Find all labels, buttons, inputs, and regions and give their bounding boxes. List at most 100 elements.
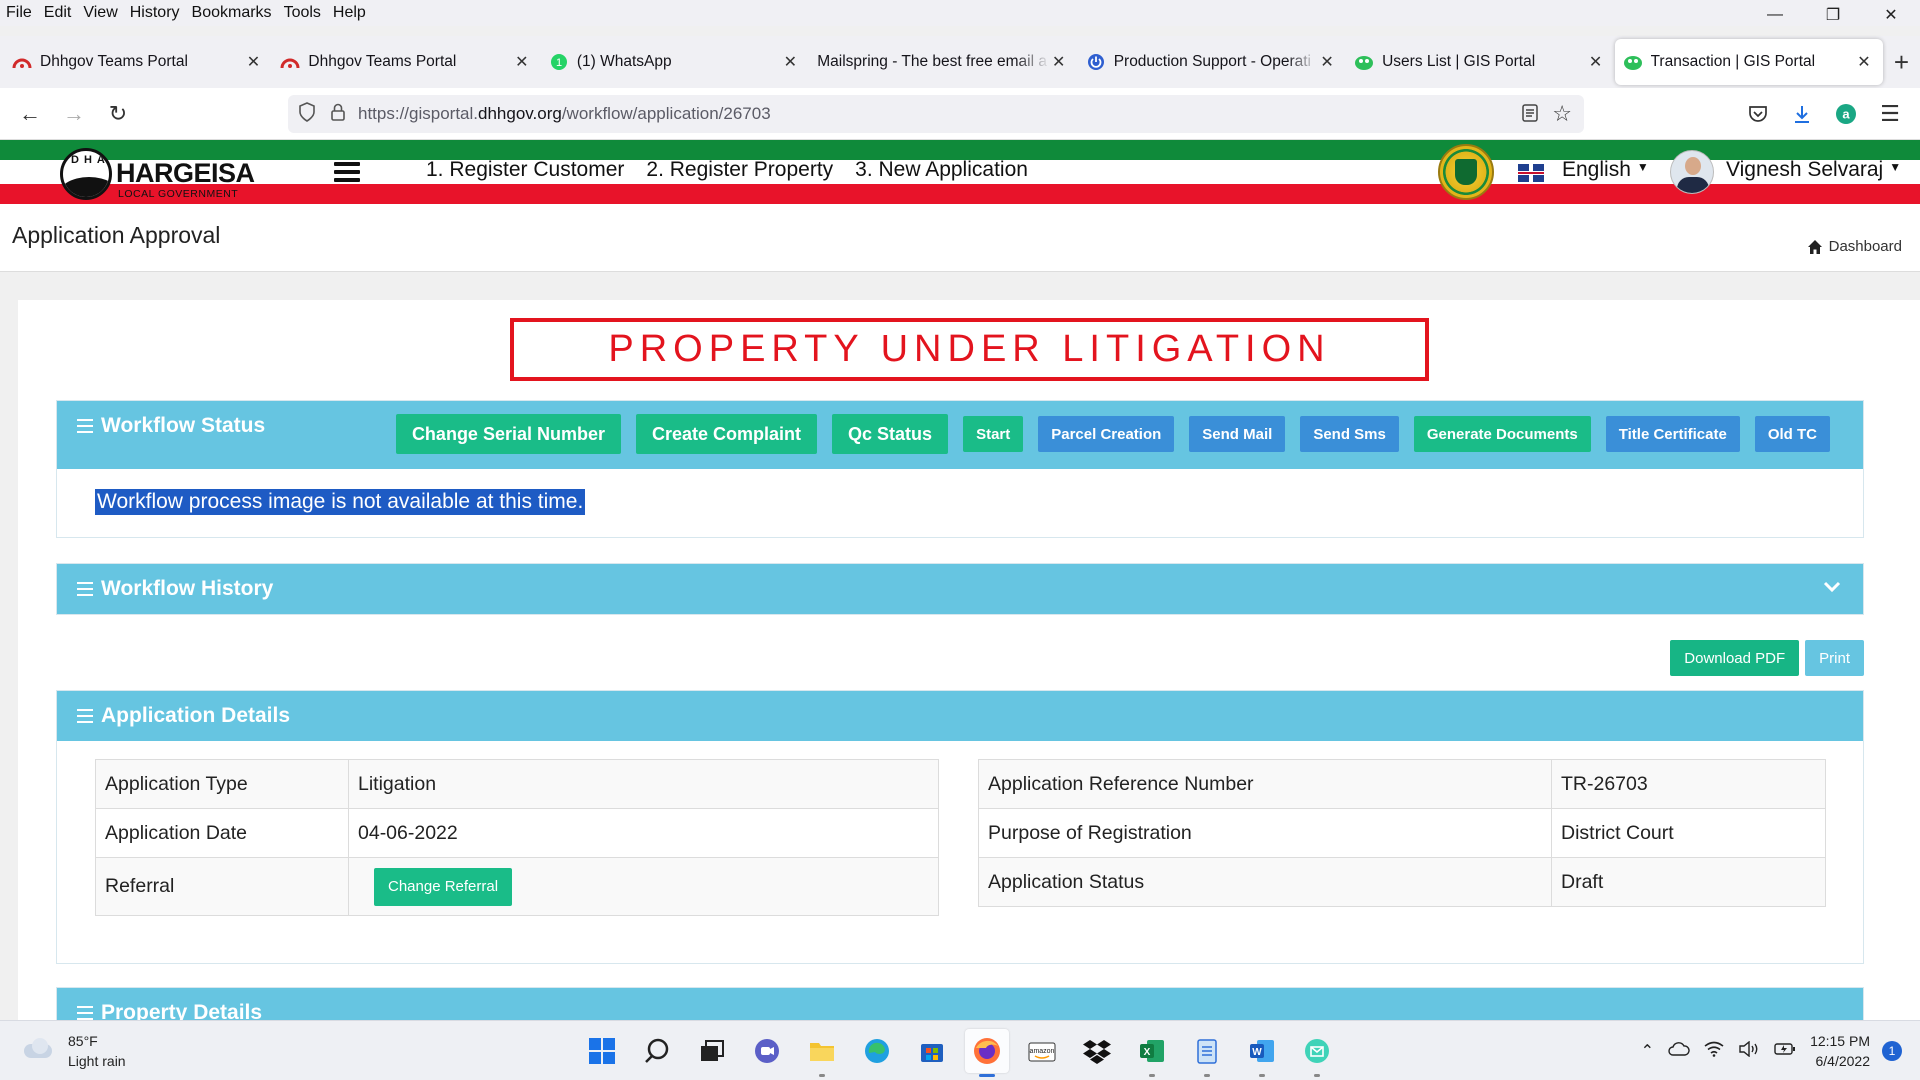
language-selector[interactable]: English ▼ [1562, 158, 1649, 182]
close-tab-icon[interactable]: ✕ [244, 52, 262, 72]
user-menu[interactable]: Vignesh Selvaraj ▼ [1726, 158, 1901, 182]
user-avatar[interactable] [1670, 150, 1714, 194]
litigation-banner: PROPERTY UNDER LITIGATION [510, 318, 1429, 381]
search-icon[interactable] [635, 1029, 679, 1073]
restore-icon[interactable]: ❐ [1804, 0, 1862, 30]
menu-bookmarks[interactable]: Bookmarks [192, 4, 272, 22]
close-tab-icon[interactable]: ✕ [1318, 52, 1336, 72]
menu-edit[interactable]: Edit [44, 4, 72, 22]
nav-register-customer[interactable]: 1. Register Customer [426, 158, 624, 182]
notification-badge[interactable]: 1 [1882, 1041, 1902, 1061]
weather-widget[interactable]: 85°F Light rain [20, 1031, 126, 1071]
url-prefix: https://gisportal. [358, 104, 479, 123]
download-pdf-button[interactable]: Download PDF [1670, 640, 1800, 676]
downloads-icon[interactable] [1780, 94, 1824, 134]
menu-help[interactable]: Help [333, 4, 366, 22]
menu-tools[interactable]: Tools [284, 4, 321, 22]
title-certificate-button[interactable]: Title Certificate [1605, 416, 1740, 452]
forward-arrow-icon[interactable]: → [52, 94, 96, 134]
breadcrumb-dashboard[interactable]: Dashboard [1829, 238, 1902, 255]
reload-icon[interactable]: ↻ [96, 94, 140, 134]
minimize-icon[interactable]: — [1746, 0, 1804, 30]
word-icon[interactable]: W [1240, 1029, 1284, 1077]
volume-icon[interactable] [1738, 1040, 1760, 1062]
workflow-status-panel: Workflow Status Change Serial Number Cre… [56, 400, 1864, 538]
workflow-status-body: Workflow process image is not available … [57, 469, 1863, 537]
send-sms-button[interactable]: Send Sms [1300, 416, 1399, 452]
generate-documents-button[interactable]: Generate Documents [1413, 416, 1591, 452]
onedrive-cloud-icon[interactable] [1668, 1041, 1690, 1061]
teams-chat-icon[interactable] [745, 1029, 789, 1073]
notepad-icon[interactable] [1185, 1029, 1229, 1077]
detail-value: Change Referral [348, 857, 939, 916]
padlock-icon[interactable] [330, 103, 346, 126]
tab-whatsapp[interactable]: 1 (1) WhatsApp ✕ [541, 39, 809, 85]
menu-view[interactable]: View [83, 4, 117, 22]
chevron-down-icon[interactable] [1821, 576, 1843, 598]
change-referral-button[interactable]: Change Referral [374, 867, 513, 906]
close-window-icon[interactable]: ✕ [1862, 0, 1920, 30]
app-menu-icon[interactable]: ☰ [1868, 94, 1912, 134]
qc-status-button[interactable]: Qc Status [832, 414, 949, 454]
tab-title: Mailspring - The best free email a [817, 53, 1047, 70]
edge-browser-icon[interactable] [855, 1029, 899, 1073]
dropbox-icon[interactable] [1075, 1029, 1119, 1073]
parcel-creation-button[interactable]: Parcel Creation [1038, 416, 1175, 452]
pocket-icon[interactable] [1736, 94, 1780, 134]
taskbar-clock[interactable]: 12:15 PM 6/4/2022 [1810, 1031, 1870, 1071]
bookmark-star-icon[interactable]: ☆ [1552, 101, 1572, 127]
power-icon [1086, 52, 1106, 72]
mailspring-icon[interactable] [1295, 1029, 1339, 1077]
change-serial-number-button[interactable]: Change Serial Number [395, 414, 621, 454]
teams-red-icon [12, 52, 32, 72]
workflow-history-header[interactable]: Workflow History [57, 564, 1863, 614]
battery-charging-icon[interactable] [1774, 1042, 1796, 1061]
file-explorer-icon[interactable] [800, 1029, 844, 1077]
amazon-icon[interactable]: amazon [1020, 1029, 1064, 1073]
close-tab-icon[interactable]: ✕ [1050, 52, 1068, 72]
microsoft-store-icon[interactable] [910, 1029, 954, 1073]
task-view-icon[interactable] [690, 1029, 734, 1073]
sidebar-toggle-icon[interactable] [334, 162, 360, 182]
chevron-up-icon[interactable]: ⌃ [1641, 1041, 1654, 1061]
caret-down-icon: ▼ [1889, 160, 1902, 174]
wifi-icon[interactable] [1704, 1041, 1724, 1062]
workflow-status-header: Workflow Status Change Serial Number Cre… [57, 401, 1863, 469]
close-tab-icon[interactable]: ✕ [1855, 52, 1873, 72]
tab-mailspring[interactable]: Mailspring - The best free email a ✕ [809, 39, 1077, 85]
send-mail-button[interactable]: Send Mail [1189, 416, 1286, 452]
close-tab-icon[interactable]: ✕ [513, 52, 531, 72]
menu-file[interactable]: File [6, 4, 32, 22]
reader-view-icon[interactable] [1522, 104, 1538, 127]
back-arrow-icon[interactable]: ← [8, 94, 52, 134]
panel-title: Workflow History [101, 577, 274, 600]
tab-teams-portal-1[interactable]: Dhhgov Teams Portal ✕ [4, 39, 272, 85]
address-bar[interactable]: https://gisportal. dhhgov.org/workflow/ap… [288, 95, 1584, 133]
old-tc-button[interactable]: Old TC [1754, 416, 1830, 452]
new-tab-plus-icon[interactable]: + [1883, 36, 1920, 88]
tracking-shield-icon[interactable] [298, 101, 316, 127]
firefox-icon[interactable] [965, 1029, 1009, 1077]
list-icon [77, 419, 93, 433]
window-controls: — ❐ ✕ [1746, 0, 1920, 30]
tab-title: Production Support - Operati [1113, 53, 1311, 70]
tab-transaction[interactable]: Transaction | GIS Portal ✕ [1614, 39, 1883, 85]
nav-new-application[interactable]: 3. New Application [855, 158, 1028, 182]
tab-teams-portal-2[interactable]: Dhhgov Teams Portal ✕ [272, 39, 540, 85]
hargeisa-logo[interactable]: DHA HARGEISA LOCAL GOVERNMENT [60, 148, 260, 200]
print-button[interactable]: Print [1805, 640, 1864, 676]
excel-icon[interactable]: X [1130, 1029, 1174, 1077]
amazon-assistant-icon[interactable]: a [1824, 94, 1868, 134]
nav-register-property[interactable]: 2. Register Property [646, 158, 833, 182]
close-tab-icon[interactable]: ✕ [781, 52, 799, 72]
flag-stripe-green [0, 140, 1920, 160]
tab-title: (1) WhatsApp [576, 53, 672, 70]
close-tab-icon[interactable]: ✕ [1587, 52, 1605, 72]
create-complaint-button[interactable]: Create Complaint [636, 414, 818, 454]
tab-users-list[interactable]: Users List | GIS Portal ✕ [1346, 39, 1614, 85]
start-windows-icon[interactable] [580, 1029, 624, 1073]
table-row: Application Status Draft [978, 857, 1826, 907]
menu-history[interactable]: History [130, 4, 180, 22]
start-button[interactable]: Start [963, 416, 1024, 452]
tab-production-support[interactable]: Production Support - Operati ✕ [1078, 39, 1346, 85]
